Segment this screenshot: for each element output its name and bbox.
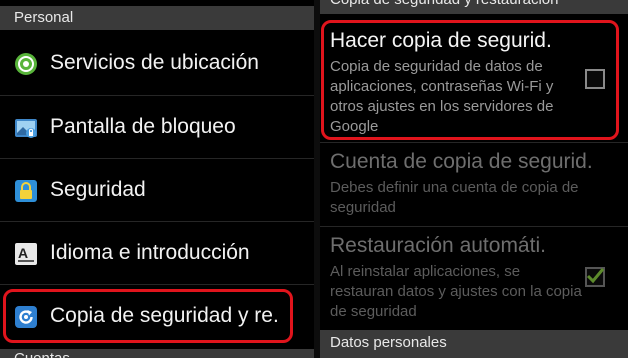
section-header-label: Cuentas (14, 350, 70, 358)
menu-item-label: Pantalla de bloqueo (50, 115, 236, 138)
language-icon: A (14, 242, 38, 266)
auto-restore-checkbox (585, 267, 605, 287)
security-lock-icon (14, 179, 38, 203)
highlight-box (3, 289, 293, 343)
section-header-personal: Personal (0, 6, 314, 30)
menu-item-lock-screen[interactable]: Pantalla de bloqueo (0, 96, 314, 158)
pref-title: Cuenta de copia de segurid. (330, 150, 593, 173)
checkmark-icon (586, 268, 605, 284)
highlight-box (321, 20, 619, 140)
pref-auto-restore: Restauración automáti. Al reinstalar apl… (320, 227, 628, 327)
pref-summary: Al reinstalar aplicaciones, se restauran… (330, 263, 582, 320)
pref-summary: Debes definir una cuenta de copia de seg… (330, 179, 579, 216)
lock-screen-icon (14, 116, 38, 140)
svg-text:A: A (18, 245, 28, 261)
section-header-label: Personal (14, 9, 74, 26)
pref-backup-account: Cuenta de copia de segurid. Debes defini… (320, 143, 628, 225)
location-icon (14, 52, 38, 76)
menu-item-location[interactable]: Servicios de ubicación (0, 32, 314, 94)
menu-item-label: Idioma e introducción (50, 241, 250, 264)
backup-detail-panel: Copia de seguridad y restauración Hacer … (320, 0, 628, 358)
menu-item-security[interactable]: Seguridad (0, 159, 314, 221)
pref-title: Restauración automáti. (330, 234, 546, 257)
menu-item-label: Servicios de ubicación (50, 51, 259, 74)
section-header-personal-data: Datos personales (320, 330, 628, 358)
menu-item-label: Seguridad (50, 178, 146, 201)
section-header-label: Datos personales (330, 334, 447, 351)
section-header-backup-restore: Copia de seguridad y restauración (320, 0, 628, 14)
settings-list-panel: Personal Servicios de ubicación Pantalla… (0, 0, 314, 358)
section-header-accounts: Cuentas (0, 349, 314, 358)
section-header-label: Copia de seguridad y restauración (330, 0, 558, 8)
menu-item-language[interactable]: A Idioma e introducción (0, 222, 314, 284)
